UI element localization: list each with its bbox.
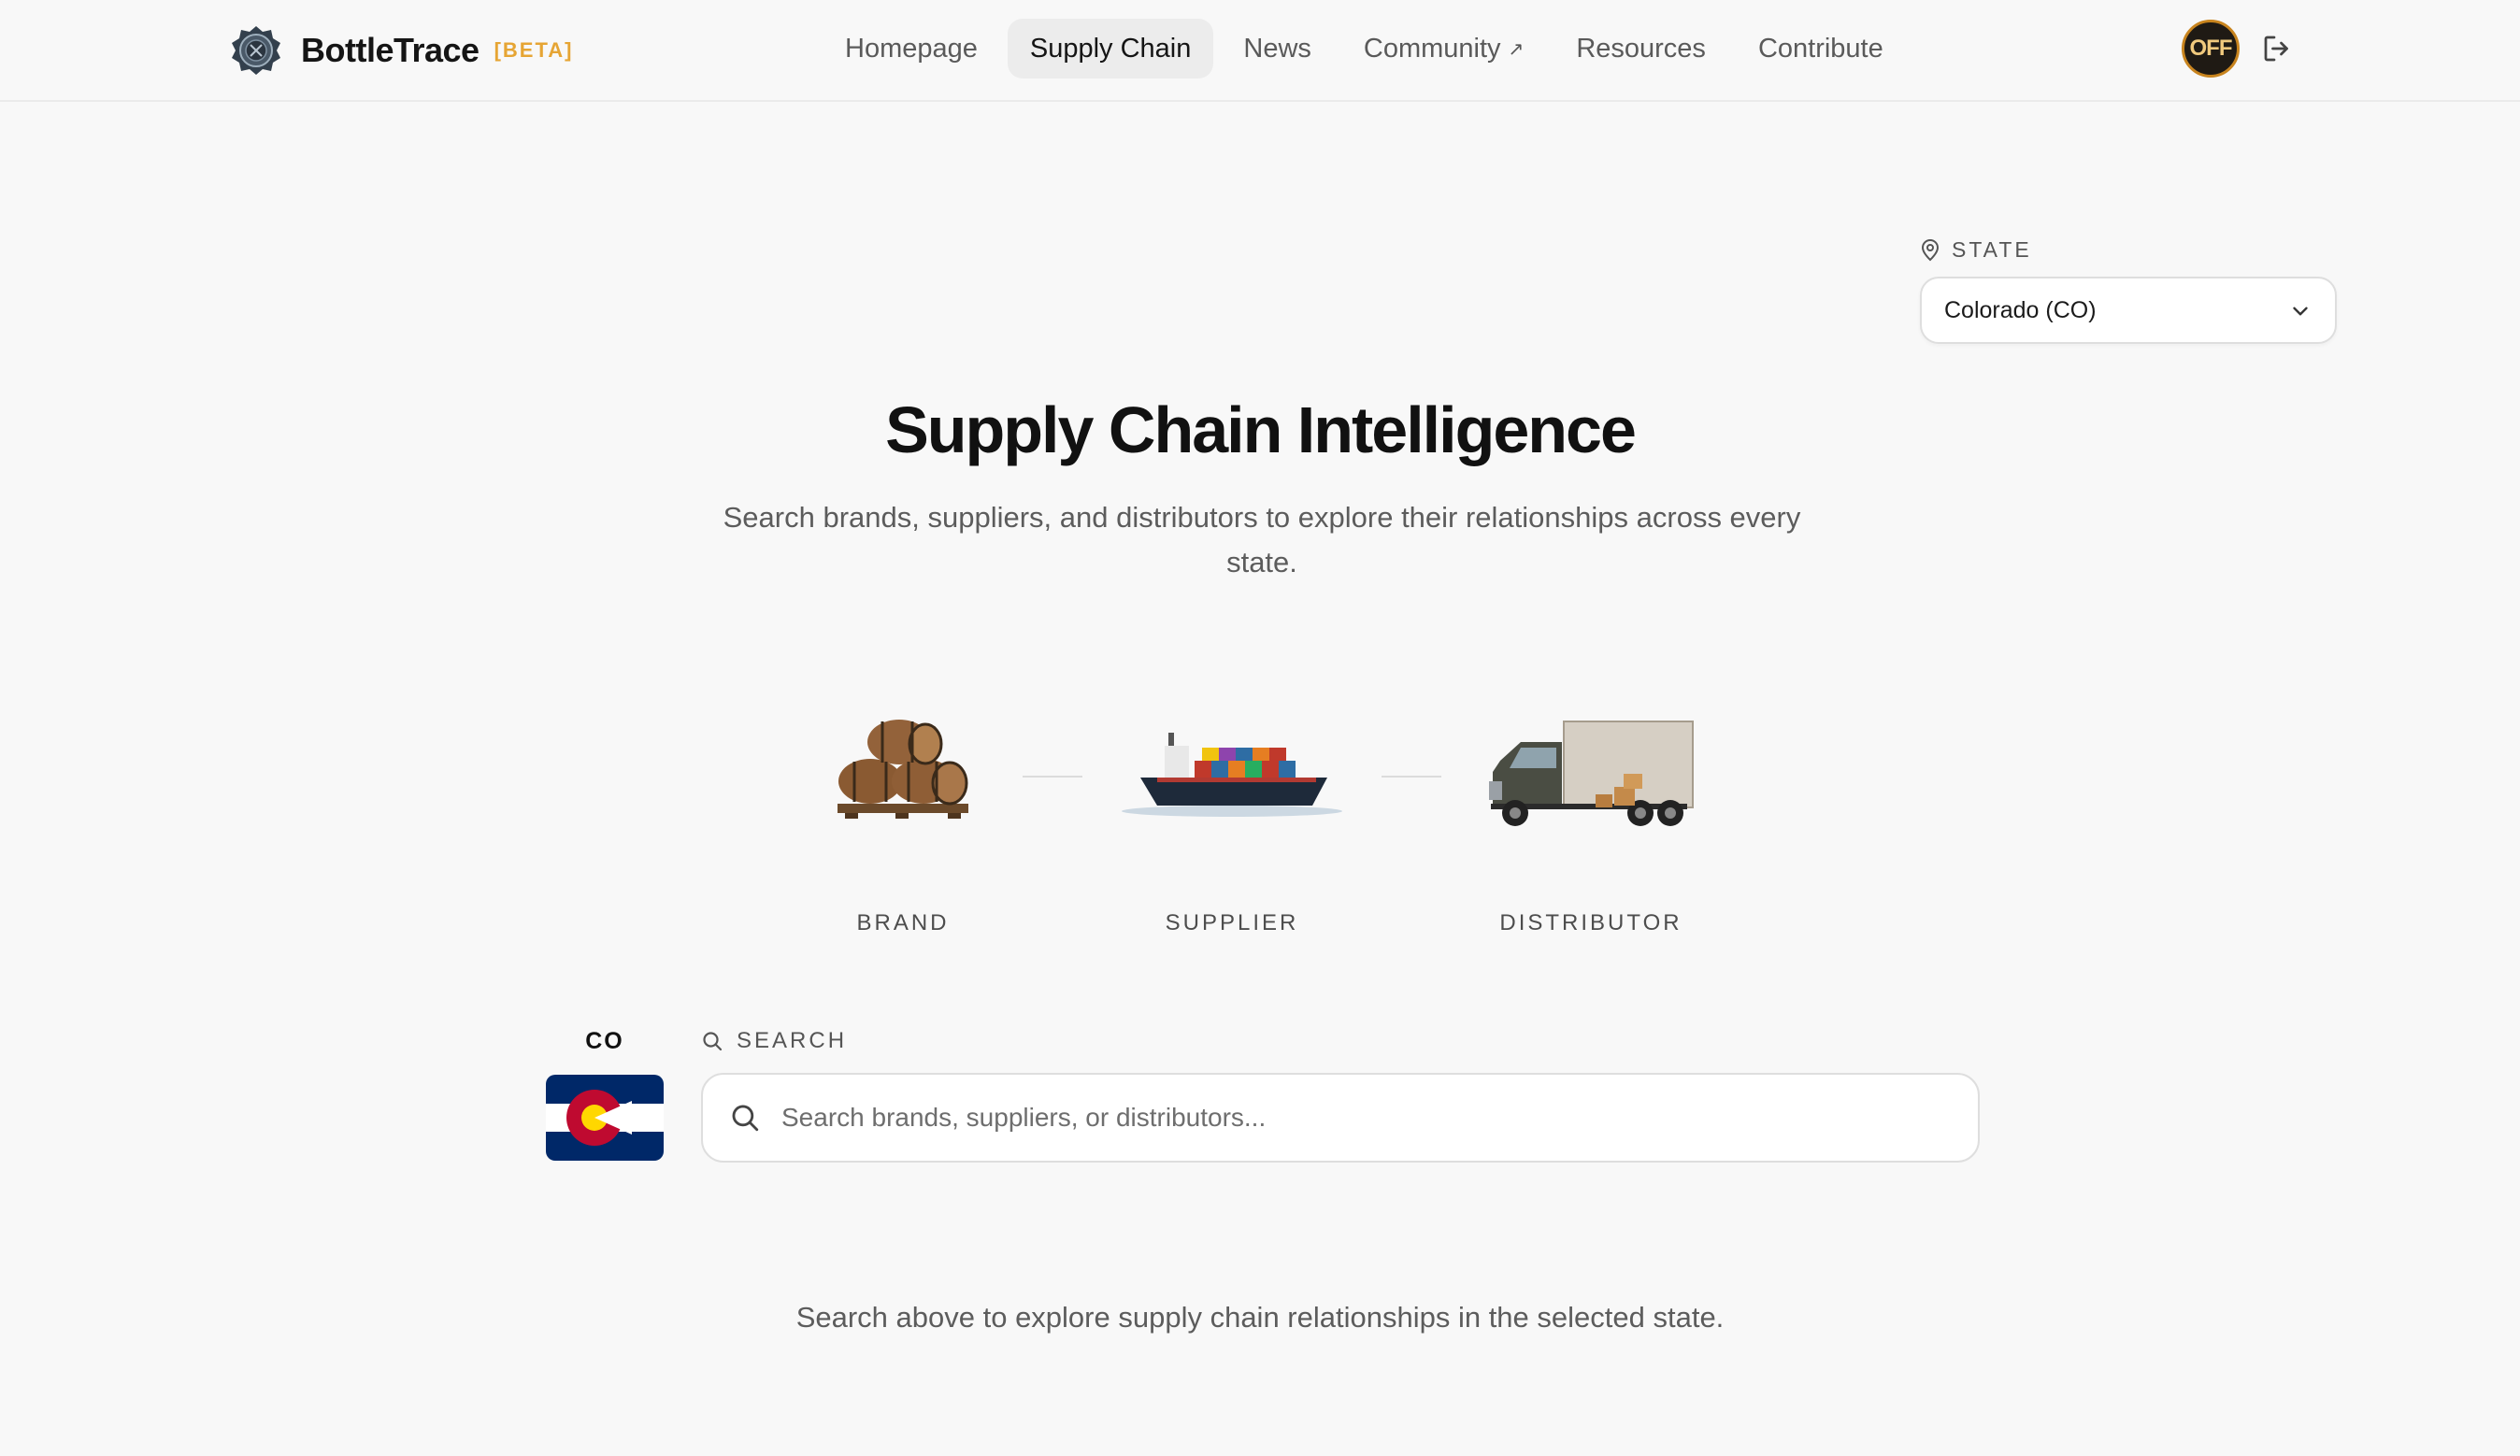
flow-supplier [1110,720,1353,822]
brand-logo-link[interactable]: BottleTrace [BETA] [230,24,574,77]
nav-label: Supply Chain [1029,33,1192,64]
flow-label-supplier: SUPPLIER [1165,910,1299,935]
page-subtitle: Search brands, suppliers, and distributo… [723,501,1801,578]
chevron-down-icon [2293,307,2308,316]
nav-news[interactable]: News [1221,19,1334,79]
search-icon [703,1032,723,1051]
flow-distributor [1469,714,1712,832]
user-avatar[interactable]: OFF [2182,20,2240,78]
nav-supply-chain[interactable]: Supply Chain [1007,19,1214,79]
flow-connector [1023,776,1082,778]
page-title: Supply Chain Intelligence [885,393,1637,466]
bottletrace-seal-icon [232,26,280,75]
colorado-flag-icon [546,1075,664,1161]
location-pin-icon [1921,238,1940,261]
nav-label: News [1243,33,1311,64]
brand-name: BottleTrace [301,31,480,69]
nav-community[interactable]: Community ↗ [1341,19,1546,79]
flow-label-distributor: DISTRIBUTOR [1499,910,1682,935]
logout-icon[interactable] [2260,32,2294,65]
nav-label: Community [1363,33,1501,64]
external-link-icon: ↗ [1508,38,1525,60]
flow-connector [1382,776,1441,778]
search-icon [732,1105,759,1132]
page: BottleTrace [BETA] Homepage Supply Chain… [0,0,2520,1456]
search-label-text: SEARCH [737,1028,848,1053]
nav-label: Resources [1576,33,1706,64]
nav-label: Contribute [1757,33,1883,64]
flow-label-brand: BRAND [856,910,950,935]
state-label: STATE [1920,237,2032,263]
state-select-value: Colorado (CO) [1944,296,2097,323]
flow-brand [781,710,1024,822]
delivery-truck-icon [1489,721,1694,826]
state-code: CO [585,1028,624,1054]
search-box[interactable] [701,1073,1980,1163]
cargo-ship-icon [1122,733,1342,817]
nav-label: Homepage [845,33,978,64]
beta-badge: [BETA] [494,38,574,62]
nav-homepage[interactable]: Homepage [823,19,1000,79]
state-label-text: STATE [1952,237,2032,262]
top-navbar: BottleTrace [BETA] Homepage Supply Chain… [0,0,2520,102]
search-label: SEARCH [701,1028,847,1054]
nav-resources[interactable]: Resources [1554,19,1728,79]
barrels-icon [838,720,968,819]
empty-state-hint: Search above to explore supply chain rel… [795,1301,1725,1334]
avatar-text: OFF [2189,36,2233,61]
main-nav: Homepage Supply Chain News Community ↗ R… [823,19,1913,79]
nav-contribute[interactable]: Contribute [1736,19,1906,79]
state-select[interactable]: Colorado (CO) [1920,277,2337,344]
search-input[interactable] [781,1103,1903,1133]
